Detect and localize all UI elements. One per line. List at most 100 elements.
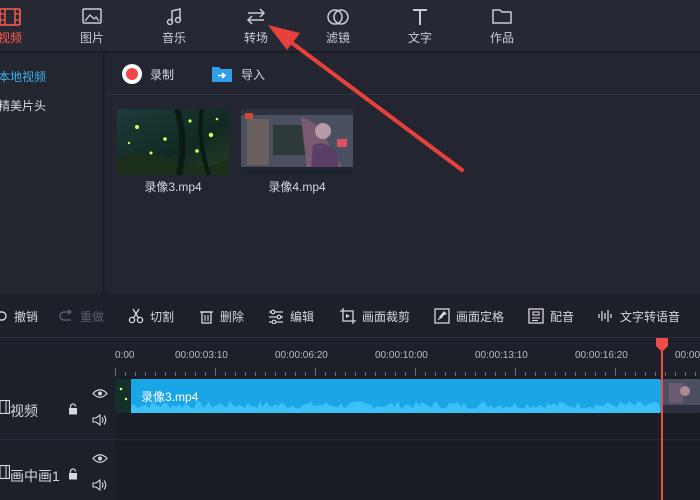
- ruler-tick: [615, 368, 616, 376]
- media-library: 录制 导入 录像3.mp4 录像4.mp4: [105, 53, 700, 293]
- text-to-speech-label: 文字转语音: [620, 309, 681, 324]
- ruler-label: 00:00:06:20: [275, 350, 328, 361]
- image-icon: [82, 8, 102, 24]
- crop-icon: [340, 308, 356, 324]
- tab-filter-label: 滤镜: [325, 31, 350, 45]
- folder-icon: [492, 9, 512, 24]
- undo-button[interactable]: 撤销: [0, 307, 38, 325]
- tab-works[interactable]: 作品: [472, 0, 532, 52]
- sliders-icon: [269, 309, 283, 324]
- ruler-label: 00:00:10:00: [375, 350, 428, 361]
- trash-icon: [200, 310, 213, 324]
- voiceover-icon: [528, 308, 544, 324]
- track-name: 画中画1: [10, 468, 60, 484]
- undo-label: 撤销: [14, 309, 39, 324]
- text-t-icon: [413, 9, 427, 25]
- media-category-sidebar: 本地视频 精美片头: [0, 53, 104, 293]
- top-tab-bar: 视频 图片 音乐 转场 滤镜 文字 作品: [0, 0, 700, 52]
- video-thumbnail-image: [241, 109, 353, 175]
- ruler-label: 00:00:16:20: [575, 350, 628, 361]
- ruler-tick: [515, 368, 516, 376]
- voiceover-button[interactable]: 配音: [528, 307, 574, 325]
- tab-image-label: 图片: [79, 31, 104, 45]
- ruler-label: 00:00: [675, 350, 700, 361]
- ruler-tick: [115, 368, 116, 376]
- lock-icon[interactable]: [68, 468, 78, 480]
- tab-text[interactable]: 文字: [390, 0, 450, 52]
- track-lane-pip[interactable]: [115, 441, 700, 500]
- freeze-frame-icon: [434, 308, 450, 324]
- media-thumbnail-1-name: 录像3.mp4: [144, 180, 202, 194]
- text-to-speech-icon: [598, 310, 612, 322]
- ruler-label: 00:00:03:10: [175, 350, 228, 361]
- edit-button[interactable]: 编辑: [268, 307, 314, 325]
- ruler-tick: [415, 368, 416, 376]
- track-header-pip: 画中画1: [0, 441, 115, 500]
- edit-toolbar: 撤销 重做 切割 删除 编辑 画面裁剪 画面定格 配音 文字转语音: [0, 294, 700, 338]
- record-label: 录制: [150, 67, 175, 82]
- audio-waveform: [131, 401, 661, 413]
- tab-video-label: 视频: [0, 31, 22, 45]
- tab-text-label: 文字: [407, 31, 432, 45]
- freeze-frame-button[interactable]: 画面定格: [434, 307, 504, 325]
- import-folder-icon: [212, 67, 232, 82]
- media-toolbar: 录制 导入: [105, 53, 700, 95]
- delete-label: 删除: [220, 309, 245, 324]
- tab-transition-label: 转场: [243, 31, 268, 45]
- waveform-shape: [131, 401, 661, 413]
- film-icon: [0, 8, 21, 26]
- timeline-clip-next[interactable]: [663, 379, 700, 413]
- record-button[interactable]: 录制: [122, 63, 174, 85]
- redo-button[interactable]: 重做: [58, 307, 104, 325]
- speaker-icon[interactable]: [92, 479, 108, 491]
- delete-button[interactable]: 删除: [199, 307, 244, 325]
- cut-label: 切割: [150, 309, 175, 324]
- undo-icon: [0, 311, 7, 321]
- tab-music[interactable]: 音乐: [144, 0, 204, 52]
- crop-label: 画面裁剪: [362, 309, 411, 324]
- timeline-ruler[interactable]: 0:00 00:00:03:10 00:00:06:20 00:00:10:00…: [115, 340, 700, 376]
- ruler-tick: [315, 368, 316, 376]
- import-label: 导入: [241, 67, 266, 82]
- playhead-handle[interactable]: [656, 338, 668, 352]
- timeline-clip[interactable]: 录像3.mp4: [115, 379, 661, 413]
- cut-button[interactable]: 切割: [128, 307, 174, 325]
- tab-filter[interactable]: 滤镜: [308, 0, 368, 52]
- speaker-icon[interactable]: [92, 414, 108, 426]
- film-icon: [0, 465, 10, 479]
- music-note-icon: [166, 8, 182, 26]
- track-name: 视频: [10, 403, 38, 419]
- sidebar-item-intro[interactable]: 精美片头: [0, 97, 46, 114]
- clip-name: 录像3.mp4: [141, 390, 199, 404]
- import-button[interactable]: 导入: [211, 63, 265, 85]
- freeze-frame-label: 画面定格: [456, 309, 505, 324]
- film-icon: [0, 400, 10, 414]
- swap-arrows-icon: [246, 8, 266, 24]
- edit-label: 编辑: [290, 309, 315, 324]
- lock-icon[interactable]: [68, 403, 78, 415]
- tab-image[interactable]: 图片: [62, 0, 122, 52]
- text-to-speech-button[interactable]: 文字转语音: [598, 307, 680, 325]
- crop-button[interactable]: 画面裁剪: [340, 307, 410, 325]
- scissors-icon: [128, 308, 144, 324]
- tab-transition[interactable]: 转场: [226, 0, 286, 52]
- track-header-video: 视频: [0, 376, 115, 440]
- tab-music-label: 音乐: [161, 31, 186, 45]
- eye-icon[interactable]: [92, 453, 108, 464]
- eye-icon[interactable]: [92, 388, 108, 399]
- playhead-line: [661, 338, 663, 500]
- tab-video[interactable]: 视频: [0, 0, 40, 52]
- redo-label: 重做: [80, 309, 105, 324]
- overlap-circles-icon: [327, 9, 349, 25]
- media-thumbnail-2[interactable]: [241, 109, 353, 175]
- ruler-ticks: [115, 368, 700, 376]
- ruler-label: 0:00: [115, 350, 135, 361]
- voiceover-label: 配音: [550, 309, 575, 324]
- sidebar-item-local-video[interactable]: 本地视频: [0, 68, 46, 85]
- media-thumbnail-1[interactable]: [117, 109, 229, 175]
- redo-icon: [59, 309, 73, 321]
- media-thumbnail-2-name: 录像4.mp4: [268, 180, 326, 194]
- video-thumbnail-image: [117, 109, 229, 175]
- clip-thumbnail: [663, 379, 700, 413]
- tab-works-label: 作品: [489, 31, 514, 45]
